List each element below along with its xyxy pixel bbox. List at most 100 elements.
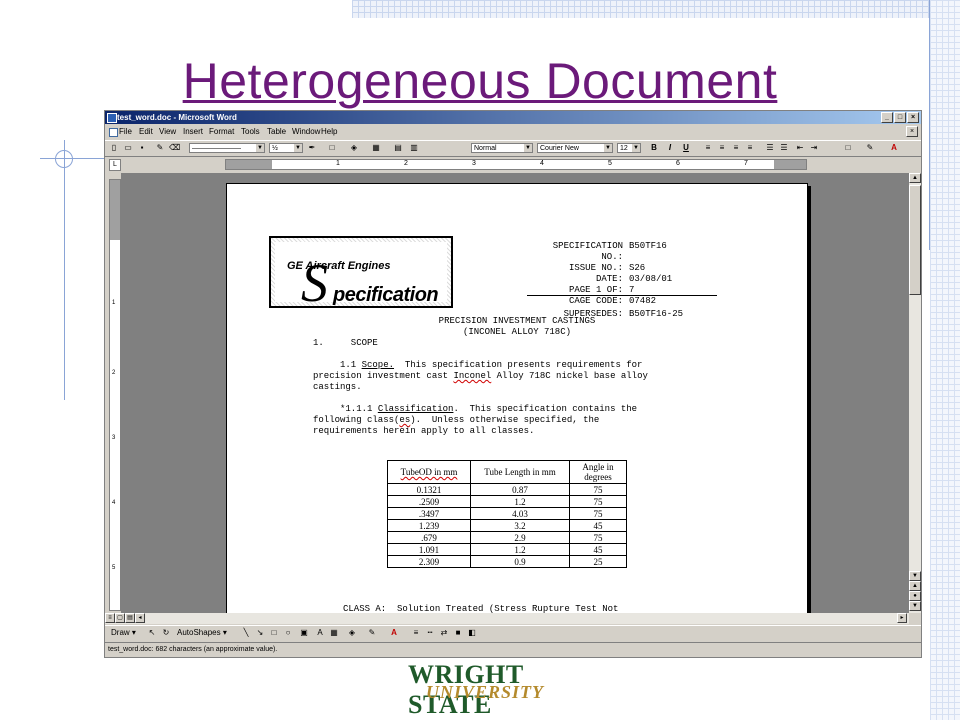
eraser-icon[interactable]: ⌫ <box>169 143 180 153</box>
normal-view-button[interactable]: ≡ <box>105 613 115 623</box>
next-page-button[interactable]: ▼ <box>909 601 921 611</box>
oval-icon[interactable]: ○ <box>283 628 293 638</box>
close-button[interactable]: × <box>907 112 919 123</box>
shading-icon[interactable]: ◈ <box>349 143 359 153</box>
menu-insert[interactable]: Insert <box>183 127 203 136</box>
bullets-icon[interactable]: ☰ <box>779 143 789 153</box>
pen-icon[interactable]: ✎ <box>155 143 165 153</box>
spec-value: 07482 <box>629 296 657 306</box>
scroll-right-button[interactable]: ▸ <box>897 613 907 623</box>
rectangle-icon[interactable]: □ <box>269 628 279 638</box>
logo-big-s: S <box>301 253 328 313</box>
measurement-table: TubeOD in mm Tube Length in mm Angle in … <box>387 460 627 568</box>
close-document-button[interactable]: × <box>906 126 918 137</box>
line-style-dropdown[interactable]: ——————— ▼ <box>189 143 265 153</box>
menu-format[interactable]: Format <box>209 127 234 136</box>
table-header: TubeOD in mm <box>387 460 471 484</box>
arrow-style-icon[interactable]: ⇄ <box>439 628 449 638</box>
horizontal-ruler[interactable]: 1 2 3 4 5 6 7 <box>225 159 807 170</box>
arrow-icon[interactable]: ↘ <box>255 628 265 638</box>
paragraph-line: following class(es). Unless otherwise sp… <box>313 415 600 425</box>
line-weight-dropdown[interactable]: ½ ▼ <box>269 143 303 153</box>
document-heading: PRECISION INVESTMENT CASTINGS <box>438 316 596 326</box>
scroll-thumb[interactable] <box>909 185 921 295</box>
style-dropdown[interactable]: Normal ▼ <box>471 143 533 153</box>
decrease-indent-icon[interactable]: ⇤ <box>795 143 805 153</box>
increase-indent-icon[interactable]: ⇥ <box>809 143 819 153</box>
slide-title: Heterogeneous Document <box>182 53 778 109</box>
print-layout-button[interactable]: ▤ <box>125 613 135 623</box>
line-color-icon[interactable]: ✎ <box>367 628 377 638</box>
free-rotate-icon[interactable]: ↻ <box>161 628 171 638</box>
justify-icon[interactable]: ≡ <box>745 143 755 153</box>
numbering-icon[interactable]: ☰ <box>765 143 775 153</box>
vertical-ruler[interactable]: 1 2 3 4 5 <box>109 179 121 611</box>
scroll-down-button[interactable]: ▼ <box>909 571 921 581</box>
window-titlebar[interactable]: test_word.doc - Microsoft Word _ □ × <box>105 111 921 124</box>
paragraph-line: castings. <box>313 382 362 392</box>
menu-view[interactable]: View <box>159 127 176 136</box>
outline-view-button[interactable]: ◂ <box>135 613 145 623</box>
save-icon[interactable]: ▪ <box>137 143 147 153</box>
open-folder-icon[interactable]: ▭ <box>123 143 133 153</box>
document-subheading: (INCONEL ALLOY 718C) <box>462 327 572 337</box>
menu-table[interactable]: Table <box>267 127 286 136</box>
autoshapes-menu[interactable]: AutoShapes ▾ <box>177 628 227 638</box>
tab-selector[interactable]: L <box>109 159 121 171</box>
text-box-icon[interactable]: ▣ <box>299 628 309 638</box>
maximize-button[interactable]: □ <box>894 112 906 123</box>
menu-edit[interactable]: Edit <box>139 127 153 136</box>
class-a-line: CLASS A: Solution Treated (Stress Ruptur… <box>343 604 619 613</box>
split-cells-icon[interactable]: ▥ <box>409 143 419 153</box>
font-dropdown[interactable]: Courier New ▼ <box>537 143 613 153</box>
borders-icon[interactable]: □ <box>327 143 337 153</box>
font-size-dropdown[interactable]: 12 ▼ <box>617 143 641 153</box>
shadow-icon[interactable]: ■ <box>453 628 463 638</box>
decorative-line <box>929 0 930 250</box>
horizontal-scrollbar[interactable]: ≡ ▢ ▤ ◂ ▸ <box>105 613 909 624</box>
menu-file[interactable]: File <box>119 127 132 136</box>
align-center-icon[interactable]: ≡ <box>717 143 727 153</box>
font-color-icon[interactable]: A <box>389 628 399 638</box>
clip-art-icon[interactable]: ▦ <box>329 628 339 638</box>
line-icon[interactable]: ╲ <box>241 628 251 638</box>
dash-style-icon[interactable]: ┅ <box>425 628 435 638</box>
outside-border-icon[interactable]: □ <box>843 143 853 153</box>
border-color-icon[interactable]: ✒ <box>307 143 317 153</box>
fill-color-icon[interactable]: ◈ <box>347 628 357 638</box>
web-layout-button[interactable]: ▢ <box>115 613 125 623</box>
merge-cells-icon[interactable]: ▤ <box>393 143 403 153</box>
document-icon[interactable] <box>109 128 118 137</box>
align-right-icon[interactable]: ≡ <box>731 143 741 153</box>
italic-button[interactable]: I <box>665 143 675 153</box>
line-style-icon[interactable]: ≡ <box>411 628 421 638</box>
select-objects-icon[interactable]: ↖ <box>147 628 157 638</box>
table-cell: .2509 <box>387 495 471 508</box>
minimize-button[interactable]: _ <box>881 112 893 123</box>
underline-button[interactable]: U <box>681 143 691 153</box>
wordart-icon[interactable]: A <box>315 628 325 638</box>
select-browse-object-button[interactable]: ● <box>909 591 921 601</box>
menu-tools[interactable]: Tools <box>241 127 260 136</box>
drawing-toolbar: Draw ▾ ↖ ↻ AutoShapes ▾ ╲ ↘ □ ○ ▣ A ▦ ◈ … <box>105 625 921 641</box>
bold-button[interactable]: B <box>649 143 659 153</box>
previous-page-button[interactable]: ▲ <box>909 581 921 591</box>
menu-window[interactable]: Window <box>292 127 320 136</box>
ruler-number: 2 <box>112 370 116 376</box>
3d-icon[interactable]: ◧ <box>467 628 477 638</box>
formatting-toolbar: ▯ ▭ ▪ ✎ ⌫ ——————— ▼ ½ ▼ ✒ □ ◈ ▦ ▤ ▥ Normal… <box>105 140 921 157</box>
vertical-scrollbar[interactable]: ▲ ▼ ▲ ● ▼ <box>909 173 921 613</box>
insert-table-icon[interactable]: ▦ <box>371 143 381 153</box>
document-page[interactable]: GE Aircraft Engines S pecification SPECI… <box>226 183 808 613</box>
scroll-up-button[interactable]: ▲ <box>909 173 921 183</box>
table-cell: 1.2 <box>470 543 570 556</box>
menu-bar: File Edit View Insert Format Tools Table… <box>105 125 921 138</box>
highlight-icon[interactable]: ✎ <box>865 143 875 153</box>
decorative-line <box>64 140 65 400</box>
align-left-icon[interactable]: ≡ <box>703 143 713 153</box>
draw-menu[interactable]: Draw ▾ <box>111 628 136 638</box>
table-cell: 45 <box>569 519 627 532</box>
new-document-icon[interactable]: ▯ <box>109 143 119 153</box>
menu-help[interactable]: Help <box>321 127 337 136</box>
font-color-icon[interactable]: A <box>889 143 899 153</box>
